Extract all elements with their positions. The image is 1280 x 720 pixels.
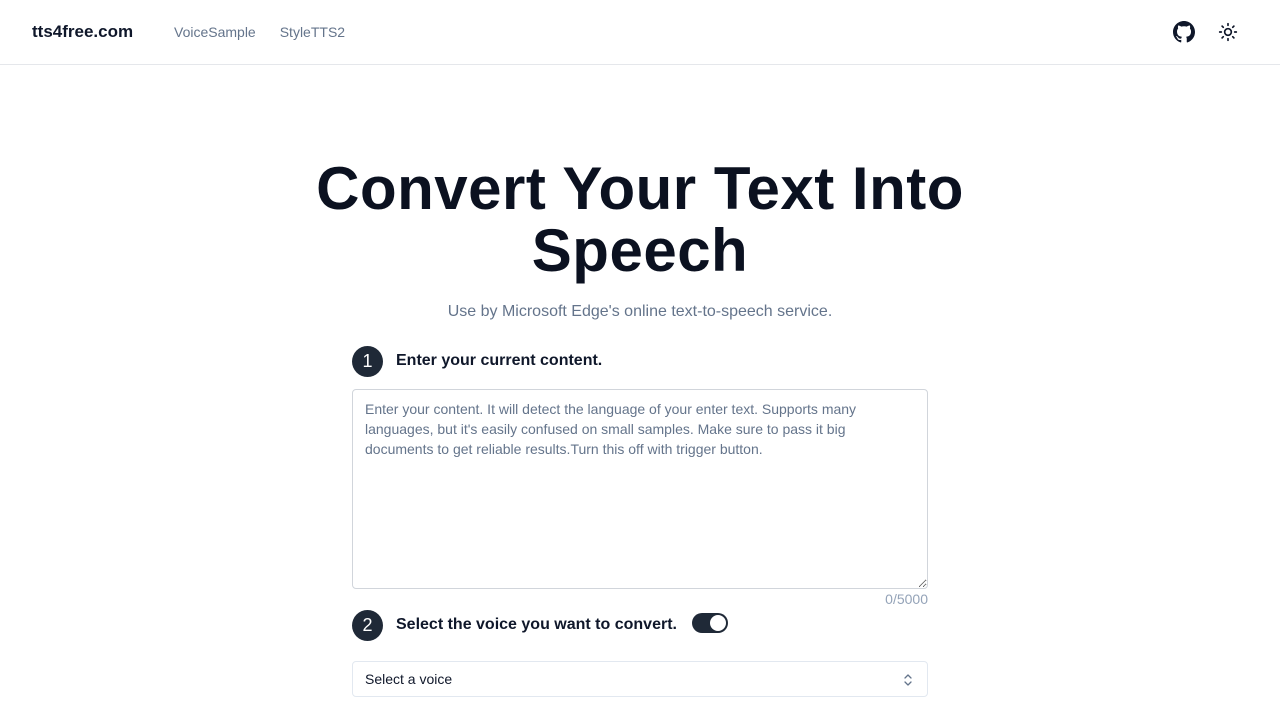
hero-title-line1: Convert Your Text Into [316,155,964,222]
sun-icon [1218,22,1238,42]
content-textarea[interactable] [352,389,928,589]
voice-select[interactable]: Select a voice [352,661,928,697]
hero-title-line2: Speech [531,217,749,284]
hero-title: Convert Your Text Into Speech [0,158,1280,282]
chevron-up-down-icon [904,674,912,686]
main-nav: VoiceSample StyleTTS2 [174,24,345,40]
voice-select-value: Select a voice [365,671,453,687]
toggle-knob [710,615,726,631]
step-2-badge: 2 [352,610,383,641]
step-1-badge: 1 [352,346,383,377]
nav-link-voicesample[interactable]: VoiceSample [174,24,256,40]
brand-link[interactable]: tts4free.com [32,22,133,42]
nav-link-styletts2[interactable]: StyleTTS2 [280,24,345,40]
step-2-label: Select the voice you want to convert. [396,616,677,633]
voice-mode-toggle[interactable] [692,613,728,633]
github-button[interactable] [1170,18,1198,46]
theme-toggle-button[interactable] [1214,18,1242,46]
char-counter: 0/5000 [885,591,928,607]
top-header: tts4free.com VoiceSample StyleTTS2 [0,0,1280,65]
hero-subtitle: Use by Microsoft Edge's online text-to-s… [447,303,833,320]
step-1-label: Enter your current content. [396,352,603,369]
github-icon [1173,21,1195,43]
